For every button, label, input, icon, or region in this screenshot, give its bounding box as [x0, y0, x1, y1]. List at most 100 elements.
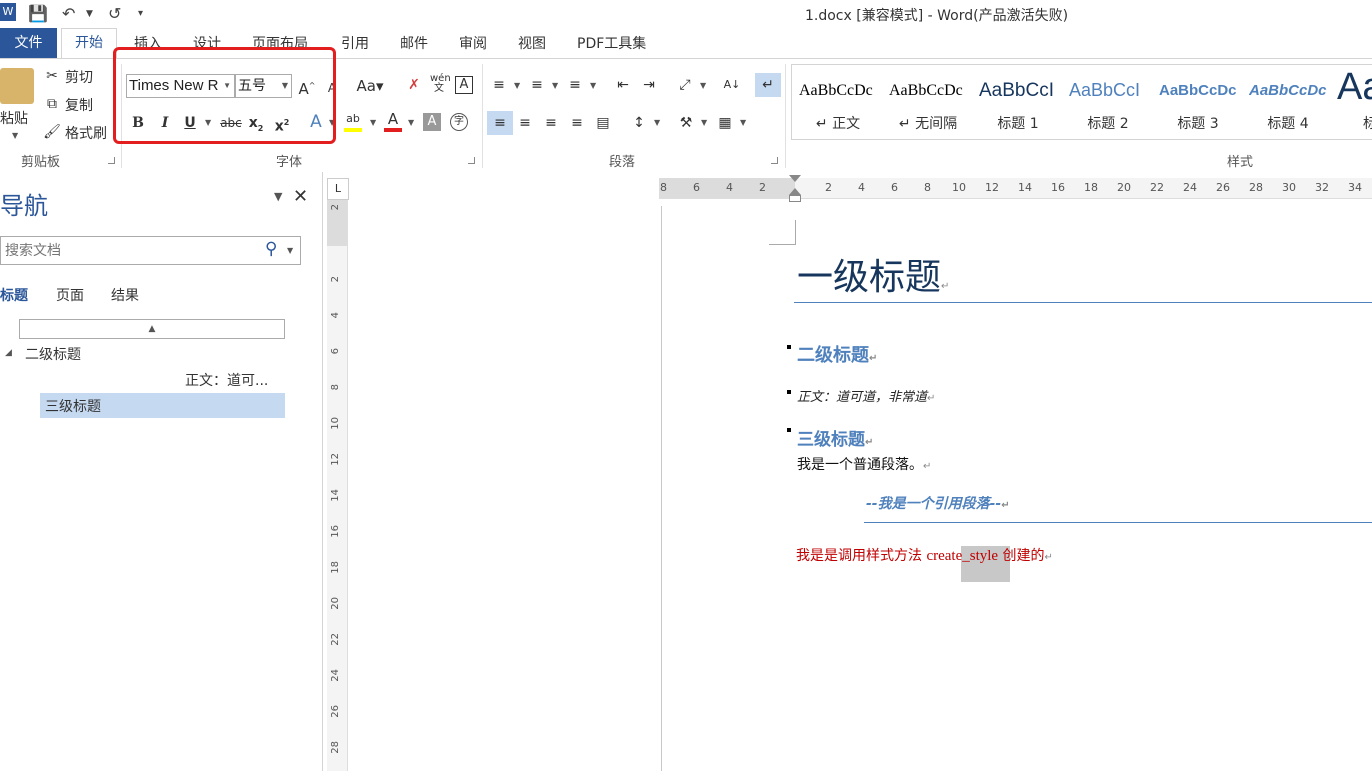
undo-dropdown-icon[interactable]: ▼	[86, 9, 93, 19]
text-highlight-icon[interactable]: ab	[344, 110, 362, 132]
numbering-icon[interactable]: ≡	[528, 76, 546, 94]
copy-icon[interactable]: ⧉	[43, 95, 61, 113]
borders-icon[interactable]: ▦	[716, 114, 734, 132]
format-painter-button[interactable]: 格式刷	[65, 123, 107, 143]
multilevel-list-icon[interactable]: ≡	[566, 76, 584, 94]
ruler-tick-label: 6	[330, 348, 341, 355]
indent-marker-icon[interactable]	[789, 175, 801, 205]
font-color-dropdown-icon[interactable]: ▼	[408, 118, 414, 127]
style-normal[interactable]: AaBbCcDc ↵ 正文	[795, 68, 881, 138]
tree-expand-icon[interactable]: ◢	[5, 348, 12, 358]
numbering-dropdown-icon[interactable]: ▼	[552, 81, 558, 90]
ruler-tick-label: 8	[660, 181, 667, 194]
bullets-dropdown-icon[interactable]: ▼	[514, 81, 520, 90]
tab-file[interactable]: 文件	[0, 28, 57, 58]
redo-icon[interactable]: ↺	[108, 4, 121, 23]
doc-heading-1[interactable]: 一级标题↵	[797, 248, 949, 300]
pane-options-icon[interactable]: ▼	[274, 190, 282, 203]
show-paragraph-marks-icon[interactable]: ↵	[755, 73, 781, 97]
nav-tab-headings[interactable]: 标题	[0, 285, 28, 305]
chevron-down-icon[interactable]: ▼	[287, 246, 293, 255]
character-border-icon[interactable]: A	[455, 76, 473, 94]
paste-icon[interactable]	[0, 68, 34, 104]
tab-selector-button[interactable]: L	[327, 178, 349, 200]
ruler-tick-label: 4	[330, 312, 341, 319]
line-spacing-icon[interactable]: ↕	[630, 114, 648, 132]
justify-icon[interactable]: ≡	[568, 114, 586, 132]
distributed-icon[interactable]: ▤	[594, 114, 612, 132]
bullets-icon[interactable]: ≡	[490, 76, 508, 94]
save-icon[interactable]: 💾	[28, 4, 48, 23]
ruler-tick-label: 14	[1018, 181, 1032, 194]
character-shading-icon[interactable]: A	[423, 113, 441, 131]
ruler-tick-label: 2	[759, 181, 766, 194]
tab-home[interactable]: 开始	[61, 28, 117, 59]
doc-normal-paragraph[interactable]: 我是一个普通段落。↵	[797, 454, 931, 474]
style-no-spacing[interactable]: AaBbCcDc ↵ 无间隔	[885, 68, 971, 138]
nav-tree-item[interactable]: 正文：道可...	[185, 370, 268, 390]
search-input[interactable]	[3, 240, 262, 262]
ruler-tick-label: 16	[330, 525, 341, 538]
collapse-top-level-button[interactable]: ▲	[19, 319, 285, 339]
doc-quote-paragraph[interactable]: --我是一个引用段落--↵	[866, 493, 1010, 513]
search-icon[interactable]: ⚲	[265, 239, 277, 259]
shading-icon[interactable]: ⚒	[677, 114, 695, 132]
style-heading-3[interactable]: AaBbCcDc 标题 3	[1155, 68, 1241, 138]
clear-formatting-icon[interactable]: ✗	[405, 76, 423, 94]
close-icon[interactable]: ✕	[293, 186, 308, 207]
doc-body-italic[interactable]: 正文：道可道，非常道↵	[797, 386, 935, 405]
chinese-layout-dropdown-icon[interactable]: ▼	[700, 81, 706, 90]
doc-heading-3[interactable]: 三级标题↵	[797, 425, 873, 450]
nav-tree-item[interactable]: 二级标题	[25, 344, 81, 364]
decrease-indent-icon[interactable]: ⇤	[614, 76, 632, 94]
customize-quick-access-icon[interactable]: ▾	[138, 8, 143, 19]
align-center-icon[interactable]: ≡	[516, 114, 534, 132]
doc-heading-2[interactable]: 二级标题↵	[797, 341, 877, 367]
style-name: 标题 4	[1267, 116, 1309, 132]
ruler-tick-label: 34	[1348, 181, 1362, 194]
style-title[interactable]: Aa 标	[1335, 68, 1372, 138]
enclose-characters-icon[interactable]: 字	[450, 113, 468, 131]
style-heading-4[interactable]: AaBbCcDc 标题 4	[1245, 68, 1331, 138]
ruler-tick-label: 26	[1216, 181, 1230, 194]
nav-search-box[interactable]: ⚲ ▼	[0, 236, 301, 265]
tab-mailings[interactable]: 邮件	[400, 33, 428, 53]
tab-pdf-tools[interactable]: PDF工具集	[577, 33, 646, 53]
nav-tab-results[interactable]: 结果	[111, 285, 139, 305]
multilevel-dropdown-icon[interactable]: ▼	[590, 81, 596, 90]
nav-tree-item-selected[interactable]: 三级标题	[40, 393, 285, 418]
cut-button[interactable]: 剪切	[65, 67, 93, 87]
heading-1-underline	[794, 302, 1372, 303]
shading-dropdown-icon[interactable]: ▼	[701, 118, 707, 127]
nav-tree-item-label: 三级标题	[45, 399, 101, 415]
nav-tab-pages[interactable]: 页面	[56, 285, 84, 305]
format-painter-icon[interactable]: 🖌	[43, 123, 61, 141]
ruler-tick-label: 20	[1117, 181, 1131, 194]
font-color-icon[interactable]: A	[384, 110, 402, 132]
highlight-dropdown-icon[interactable]: ▼	[370, 118, 376, 127]
style-heading-1[interactable]: AaBbCcI 标题 1	[975, 68, 1061, 138]
change-case-icon[interactable]: Aa▾	[355, 77, 385, 95]
tab-view[interactable]: 视图	[518, 33, 546, 53]
undo-icon[interactable]: ↶	[62, 4, 75, 23]
copy-button[interactable]: 复制	[65, 95, 93, 115]
increase-indent-icon[interactable]: ⇥	[640, 76, 658, 94]
paste-dropdown-icon[interactable]: ▼	[12, 131, 18, 140]
line-spacing-dropdown-icon[interactable]: ▼	[654, 118, 660, 127]
doc-custom-style-paragraph[interactable]: 我是是调用样式方法 create_style 创建的↵	[796, 545, 1053, 565]
sort-icon[interactable]: A↓	[723, 76, 741, 94]
tab-review[interactable]: 审阅	[459, 33, 487, 53]
phonetic-guide-icon[interactable]: wén 文	[430, 74, 451, 96]
tab-references[interactable]: 引用	[341, 33, 369, 53]
align-right-icon[interactable]: ≡	[542, 114, 560, 132]
align-left-icon[interactable]: ≡	[487, 111, 513, 135]
clipboard-launcher-icon[interactable]	[108, 157, 115, 164]
page-edge	[661, 206, 662, 771]
chinese-layout-icon[interactable]: ⤢	[676, 76, 694, 94]
paste-button[interactable]: 粘贴	[0, 108, 28, 128]
paragraph-launcher-icon[interactable]	[771, 157, 778, 164]
borders-dropdown-icon[interactable]: ▼	[740, 118, 746, 127]
style-heading-2[interactable]: AaBbCcI 标题 2	[1065, 68, 1151, 138]
cut-icon[interactable]: ✂	[43, 67, 61, 85]
font-launcher-icon[interactable]	[468, 157, 475, 164]
